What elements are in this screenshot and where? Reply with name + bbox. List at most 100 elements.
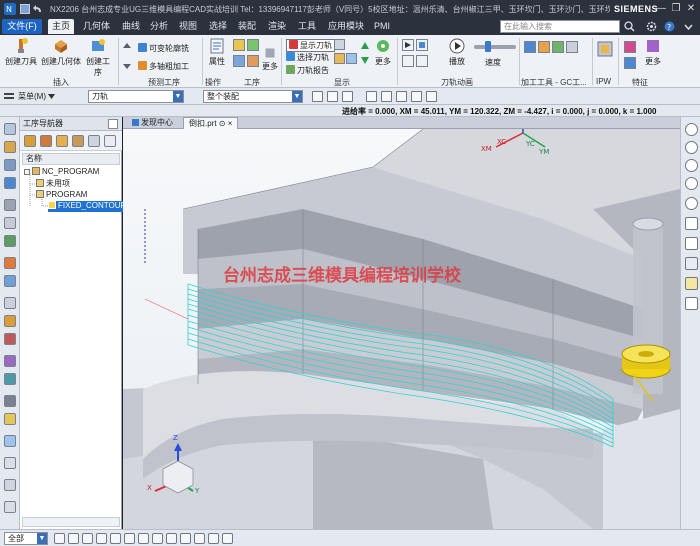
web-browser-icon[interactable] <box>4 275 16 287</box>
path-report-button[interactable]: 刀轨报告 <box>286 65 329 76</box>
navigator-column-header[interactable]: 名称 <box>22 153 120 165</box>
show-path-button[interactable]: 显示刀轨 <box>286 39 335 52</box>
machine-tool-navigator-icon[interactable] <box>4 199 16 211</box>
resource-icon-18[interactable] <box>4 457 16 469</box>
snap-icon-4[interactable] <box>366 91 377 102</box>
bottom-tool-3[interactable] <box>82 533 93 544</box>
snap-icon-8[interactable] <box>426 91 437 102</box>
constraint-navigator-icon[interactable] <box>4 141 16 153</box>
create-operation-button[interactable]: 创建工序 <box>83 38 113 78</box>
navigator-options-icon[interactable] <box>104 135 116 147</box>
zoom-icon[interactable] <box>685 277 698 290</box>
panel-pin-icon[interactable] <box>108 119 118 129</box>
filter-scope-select[interactable]: 全部 ▼ <box>4 532 48 545</box>
tab-part-file[interactable]: 倒扣.prt ⊙ × <box>183 117 239 129</box>
playback-button[interactable]: 播放 <box>444 38 470 67</box>
menu-grid-icon[interactable] <box>4 92 14 102</box>
bottom-tool-1[interactable] <box>54 533 65 544</box>
process-studio-icon[interactable] <box>4 333 16 345</box>
tab-view[interactable]: 视图 <box>175 19 201 34</box>
bottom-tool-6[interactable] <box>124 533 135 544</box>
tab-discovery-center[interactable]: 发现中心 <box>127 117 178 129</box>
step-forward-icon[interactable] <box>416 55 428 67</box>
bottom-tool-13[interactable] <box>222 533 233 544</box>
bottom-tool-4[interactable] <box>96 533 107 544</box>
step-back-icon[interactable] <box>402 55 414 67</box>
more-display-button[interactable]: 更多 <box>372 38 394 67</box>
bottom-tool-11[interactable] <box>194 533 205 544</box>
selection-filter-select[interactable]: 刀轨 ▼ <box>88 90 184 103</box>
create-geometry-button[interactable]: 创建几何体 <box>40 38 82 67</box>
file-menu[interactable]: 文件(F) <box>2 19 42 34</box>
snap-icon-1[interactable] <box>312 91 323 102</box>
ipw-icon[interactable] <box>597 41 613 57</box>
tab-pmi[interactable]: PMI <box>370 19 394 34</box>
part-navigator-icon[interactable] <box>4 159 16 171</box>
generate-icon[interactable] <box>233 39 245 51</box>
simulate-icon[interactable] <box>416 39 428 51</box>
snap-icon-2[interactable] <box>327 91 338 102</box>
navigator-horizontal-scrollbar[interactable] <box>22 517 120 527</box>
snap-icon-3[interactable] <box>342 91 353 102</box>
settings-icon[interactable] <box>646 21 657 32</box>
chevron-down-icon[interactable]: ▼ <box>37 533 47 544</box>
assembly-navigator-icon[interactable] <box>4 123 16 135</box>
machining-tool-icon-2[interactable] <box>538 41 550 53</box>
selection-scope-select[interactable]: 整个装配 ▼ <box>203 90 303 103</box>
bottom-tool-2[interactable] <box>68 533 79 544</box>
program-order-view-icon[interactable] <box>24 135 36 147</box>
feature-icon-1[interactable] <box>624 41 636 53</box>
resource-icon-20[interactable] <box>4 501 16 513</box>
operation-navigator-icon[interactable] <box>4 177 16 189</box>
reuse-library-icon[interactable] <box>4 235 16 247</box>
create-tool-button[interactable]: 创建刀具 <box>4 38 38 67</box>
display-tool-icon[interactable] <box>334 39 345 50</box>
eye-icon[interactable] <box>685 217 698 230</box>
restore-button[interactable]: ❐ <box>669 2 683 15</box>
tab-home[interactable]: 主页 <box>48 19 75 34</box>
method-view-icon[interactable] <box>72 135 84 147</box>
geometry-view-icon[interactable] <box>56 135 68 147</box>
hd3d-tools-icon[interactable] <box>4 257 16 269</box>
close-button[interactable]: ✕ <box>684 2 698 15</box>
navigator-filter-icon[interactable] <box>88 135 100 147</box>
speed-slider[interactable] <box>474 45 516 49</box>
machine-tool-view-icon[interactable] <box>40 135 52 147</box>
bottom-tool-10[interactable] <box>180 533 191 544</box>
command-search-input[interactable]: 在此输入搜索 <box>500 20 620 33</box>
palette-icon[interactable] <box>4 373 16 385</box>
history-icon[interactable] <box>4 297 16 309</box>
properties-button[interactable]: 属性 <box>205 38 229 67</box>
undo-icon[interactable] <box>33 4 43 14</box>
render-style-icon[interactable] <box>685 297 698 310</box>
display-layer-icon[interactable] <box>346 53 357 64</box>
replay-icon[interactable] <box>402 39 414 51</box>
tab-render[interactable]: 渲染 <box>264 19 290 34</box>
dropdown-chevron-icon[interactable] <box>48 94 55 99</box>
snap-icon-6[interactable] <box>396 91 407 102</box>
shop-doc-icon[interactable] <box>247 55 259 67</box>
machining-tool-icon-3[interactable] <box>552 41 564 53</box>
pause-icon[interactable] <box>685 177 698 190</box>
manufacturing-wizard-icon[interactable] <box>4 395 16 407</box>
system-materials-icon[interactable] <box>4 315 16 327</box>
chevron-down-icon[interactable]: ▼ <box>292 91 302 102</box>
roles-icon[interactable] <box>4 355 16 367</box>
up-arrow-icon[interactable] <box>360 41 370 51</box>
speed-slider-handle[interactable] <box>485 41 491 52</box>
ribbon-scroll-icon[interactable] <box>122 41 132 71</box>
bottom-tool-5[interactable] <box>110 533 121 544</box>
graphics-viewport[interactable]: XM XC YC YM Z X Y 台州志成三维模具编程培训学校 <box>123 129 680 529</box>
tab-analysis[interactable]: 分析 <box>146 19 172 34</box>
minimize-button[interactable]: — <box>654 2 668 15</box>
snap-icon-7[interactable] <box>411 91 422 102</box>
show-hide-icon[interactable] <box>685 237 698 250</box>
verify-icon[interactable] <box>247 39 259 51</box>
save-icon[interactable] <box>20 4 30 14</box>
step-icon[interactable] <box>685 141 698 154</box>
bottom-tool-9[interactable] <box>166 533 177 544</box>
postprocess-icon[interactable] <box>233 55 245 67</box>
bottom-tool-8[interactable] <box>152 533 163 544</box>
resource-icon-16[interactable] <box>4 413 16 425</box>
play-icon[interactable] <box>685 123 698 136</box>
